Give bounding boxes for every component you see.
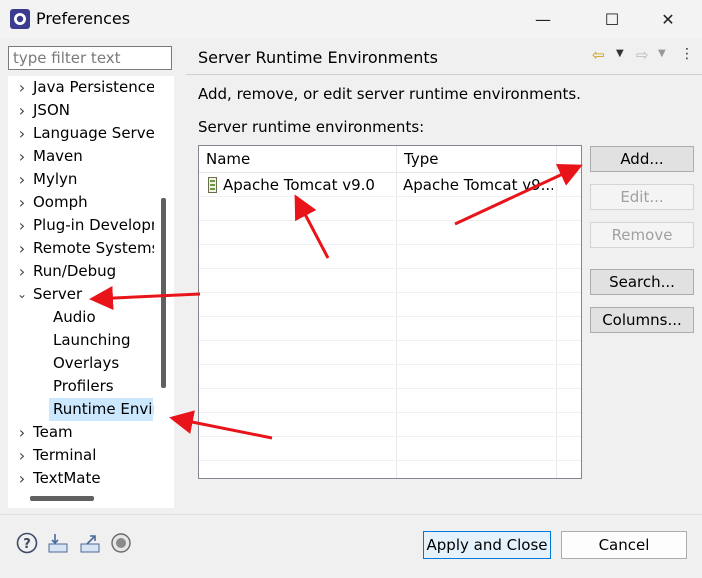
title-bar: Preferences — ☐ ✕ [0, 0, 702, 38]
tree-horizontal-scrollbar[interactable] [30, 496, 94, 501]
column-header-name[interactable]: Name [199, 146, 397, 172]
chevron-right-icon[interactable]: › [14, 214, 30, 237]
tree-item[interactable]: › Maven [8, 145, 154, 168]
header-divider [186, 74, 702, 75]
back-arrow-icon[interactable]: ⇦ [592, 46, 605, 64]
tree-item[interactable]: › Remote Systems [8, 237, 154, 260]
tree-item-label: Audio [53, 308, 96, 326]
tree-child-item[interactable]: Launching [8, 329, 154, 352]
tree-item-label: Run/Debug [33, 262, 117, 280]
tree-item-label: Profilers [53, 377, 114, 395]
chevron-right-icon[interactable]: › [14, 145, 30, 168]
tree-child-item[interactable]: Overlays [8, 352, 154, 375]
apply-and-close-button[interactable]: Apply and Close [423, 531, 551, 559]
chevron-right-icon[interactable]: › [14, 122, 30, 145]
tree-item-label: Java Persistence [33, 78, 154, 96]
filter-input[interactable] [9, 47, 171, 69]
tree-item[interactable]: › Java Persistence [8, 76, 154, 99]
tree-item-label: Remote Systems [33, 239, 154, 257]
svg-text:?: ? [23, 537, 31, 552]
environments-list-label: Server runtime environments: [198, 118, 425, 136]
tree-item[interactable]: › JSON [8, 99, 154, 122]
maximize-button[interactable]: ☐ [589, 0, 635, 38]
chevron-down-icon[interactable]: ⌄ [14, 283, 30, 306]
chevron-right-icon[interactable]: › [14, 237, 30, 260]
window-title: Preferences [36, 9, 131, 28]
runtime-name-cell: Apache Tomcat v9.0 [223, 176, 375, 194]
tree-item-label: Mylyn [33, 170, 78, 188]
chevron-right-icon[interactable]: › [14, 99, 30, 122]
tree-item-label: Terminal [33, 446, 97, 464]
back-dropdown-icon[interactable]: ▼ [616, 48, 624, 59]
export-icon[interactable] [79, 532, 101, 554]
footer-divider [0, 514, 702, 515]
tree-item[interactable]: ›Plug-in Development [8, 214, 154, 237]
eclipse-app-icon [10, 9, 30, 29]
tree-child-item[interactable]: Audio [8, 306, 154, 329]
filter-field[interactable] [8, 46, 172, 70]
tree-item-label: Plug-in Development [33, 216, 154, 234]
tree-item-label: Overlays [53, 354, 120, 372]
tree-item-label: Server [33, 285, 83, 303]
tree-item[interactable]: › TextMate [8, 467, 154, 490]
server-runtime-icon [208, 177, 217, 193]
tree-item-label: Runtime Environments [53, 400, 154, 418]
tree-vertical-scrollbar[interactable] [161, 198, 166, 388]
oomph-record-icon[interactable] [110, 532, 132, 554]
chevron-right-icon[interactable]: › [14, 421, 30, 444]
runtime-environments-table[interactable]: Name Type Apache Tomcat v9.0 Apache Tomc… [198, 145, 582, 479]
forward-arrow-icon[interactable]: ⇨ [636, 46, 649, 64]
tree-item[interactable]: ⌄ Server [8, 283, 154, 306]
view-menu-icon[interactable]: ⋮ [680, 46, 694, 62]
chevron-right-icon[interactable]: › [14, 168, 30, 191]
column-header-type[interactable]: Type [397, 146, 557, 172]
columns-button[interactable]: Columns... [590, 307, 694, 333]
cancel-button[interactable]: Cancel [561, 531, 687, 559]
tree-item[interactable]: › Mylyn [8, 168, 154, 191]
minimize-button[interactable]: — [520, 0, 566, 38]
edit-button[interactable]: Edit... [590, 184, 694, 210]
table-row[interactable]: Apache Tomcat v9.0 [199, 173, 396, 197]
tree-item-label: TextMate [33, 469, 101, 487]
chevron-right-icon[interactable]: › [14, 76, 30, 99]
close-button[interactable]: ✕ [645, 0, 691, 38]
runtime-type-cell: Apache Tomcat v9... [403, 176, 553, 194]
help-icon[interactable]: ? [16, 532, 38, 554]
tree-child-item[interactable]: Profilers [8, 375, 154, 398]
tree-item-label: Maven [33, 147, 83, 165]
page-title: Server Runtime Environments [198, 48, 438, 67]
tree-item-label: Team [33, 423, 73, 441]
chevron-right-icon[interactable]: › [14, 191, 30, 214]
chevron-right-icon[interactable]: › [14, 444, 30, 467]
chevron-right-icon[interactable]: › [14, 467, 30, 490]
add-button[interactable]: Add... [590, 146, 694, 172]
tree-item-label: Language Servers [33, 124, 154, 142]
tree-item-label: Oomph [33, 193, 88, 211]
tree-item[interactable]: › Team [8, 421, 154, 444]
chevron-right-icon[interactable]: › [14, 260, 30, 283]
preference-tree[interactable]: ›Java Persistence›JSON›Language Servers›… [8, 76, 174, 508]
page-description: Add, remove, or edit server runtime envi… [198, 85, 581, 103]
forward-dropdown-icon[interactable]: ▼ [658, 48, 666, 59]
tree-child-item[interactable]: Runtime Environments [8, 398, 154, 421]
tree-item-label: JSON [33, 101, 70, 119]
search-button[interactable]: Search... [590, 269, 694, 295]
tree-item[interactable]: ›Language Servers [8, 122, 154, 145]
import-icon[interactable] [47, 532, 69, 554]
tree-item[interactable]: › Terminal [8, 444, 154, 467]
tree-item[interactable]: › Oomph [8, 191, 154, 214]
tree-item-label: Launching [53, 331, 131, 349]
tree-item[interactable]: › Run/Debug [8, 260, 154, 283]
remove-button[interactable]: Remove [590, 222, 694, 248]
